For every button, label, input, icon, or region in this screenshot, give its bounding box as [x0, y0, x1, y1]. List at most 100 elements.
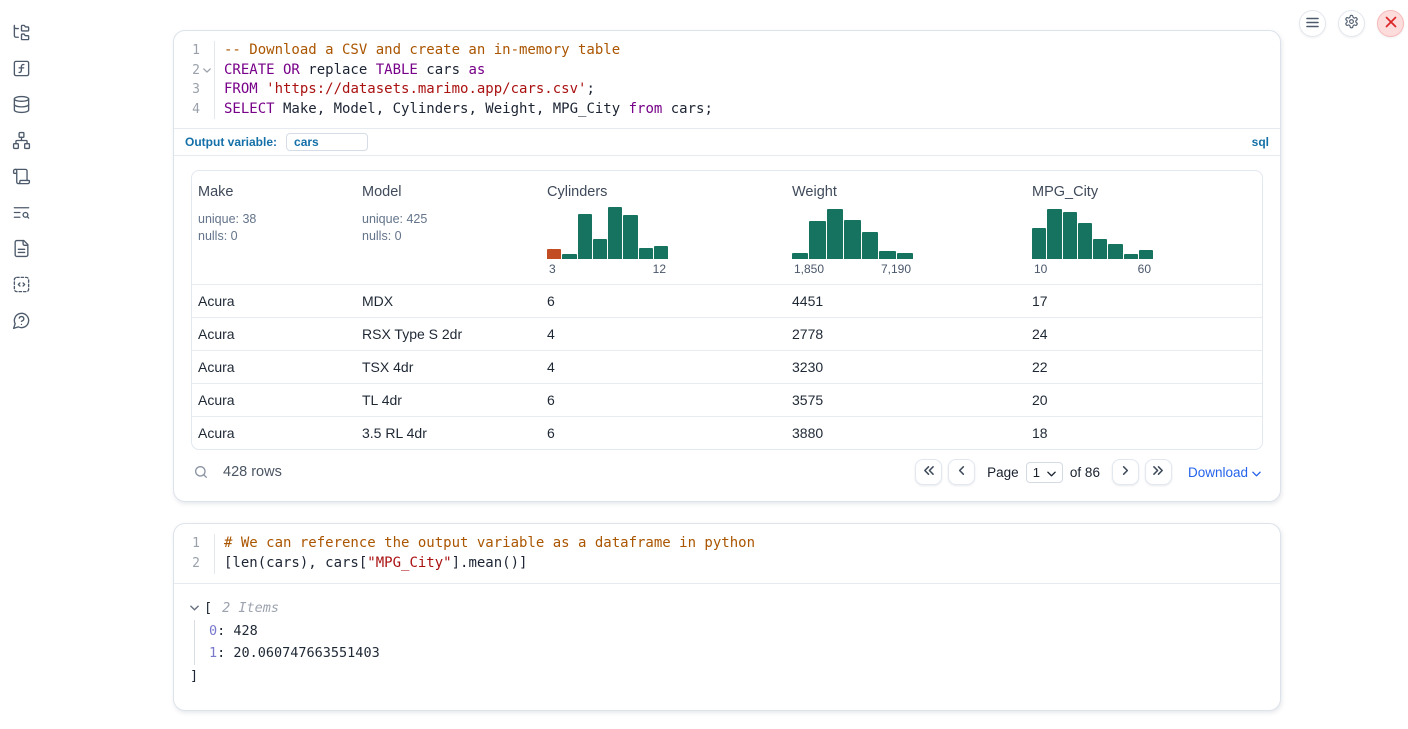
code-line[interactable]: 1-- Download a CSV and create an in-memo… [174, 41, 1280, 61]
collapse-chevron-icon[interactable] [190, 605, 199, 611]
fold-chevron-icon[interactable] [200, 61, 213, 81]
axis-min-label: 1,850 [794, 262, 824, 276]
tree-entry-key: 1 [209, 645, 217, 661]
prev-page-button[interactable] [948, 459, 975, 485]
table-cell: 22 [1026, 359, 1262, 375]
column-histogram: 1,850 7,190 [792, 207, 913, 276]
column-histogram: 1060 [1032, 207, 1153, 276]
histogram-bar [654, 246, 668, 260]
code-line[interactable]: 2CREATE OR replace TABLE cars as [174, 61, 1280, 81]
column-label[interactable]: Weight [792, 184, 837, 200]
logs-search-icon[interactable] [12, 203, 31, 222]
next-page-button[interactable] [1112, 459, 1139, 485]
histogram-bar [1078, 223, 1092, 259]
last-page-button[interactable] [1145, 459, 1172, 485]
table-column-header: Modelunique: 425nulls: 0 [356, 183, 541, 276]
settings-button[interactable] [1338, 10, 1365, 37]
sql-cell-footer: Output variable: sql [174, 128, 1280, 156]
table-cell: RSX Type S 2dr [356, 326, 541, 342]
histogram-bar [809, 221, 825, 259]
code-snippets-icon[interactable] [12, 275, 31, 294]
histogram-bar [547, 249, 561, 259]
histogram-bar [1124, 254, 1138, 260]
table-cell: 20 [1026, 392, 1262, 408]
document-icon[interactable] [12, 239, 31, 258]
help-chat-icon[interactable] [12, 311, 31, 330]
table-cell: 4451 [786, 293, 1026, 309]
column-label[interactable]: Cylinders [547, 184, 607, 200]
language-badge[interactable]: sql [1252, 135, 1269, 149]
scroll-icon[interactable] [12, 167, 31, 186]
chevron-down-icon [1047, 465, 1056, 480]
chevrons-right-icon [1152, 463, 1165, 481]
table-row: AcuraTL 4dr6357520 [192, 383, 1262, 416]
menu-button[interactable] [1299, 10, 1326, 37]
download-button[interactable]: Download [1188, 465, 1261, 480]
code-editor[interactable]: 1# We can reference the output variable … [174, 524, 1280, 582]
output-variable-input[interactable] [286, 133, 368, 151]
table-column-header: Weight 1,850 7,190 [786, 183, 1026, 276]
data-table: Makeunique: 38nulls: 0Modelunique: 425nu… [191, 170, 1263, 450]
code-line[interactable]: 3FROM 'https://datasets.marimo.app/cars.… [174, 80, 1280, 100]
column-label[interactable]: Model [362, 184, 402, 200]
line-number: 4 [174, 100, 200, 120]
histogram-bar [608, 207, 622, 259]
chevron-down-icon [1252, 465, 1261, 480]
tree-root: [ 2 Items [190, 599, 1264, 617]
histogram-bar [578, 214, 592, 260]
code-editor[interactable]: 1-- Download a CSV and create an in-memo… [174, 31, 1280, 128]
table-cell: MDX [356, 293, 541, 309]
table-cell: 4 [541, 326, 786, 342]
histogram-bar [562, 254, 576, 260]
histogram-bar [1093, 239, 1107, 260]
python-output: [ 2 Items 0: 4281: 20.060747663551403 ] [174, 583, 1280, 710]
code-line[interactable]: 4 SELECT Make, Model, Cylinders, Weight, … [174, 100, 1280, 120]
histogram-axis: 1060 [1032, 262, 1153, 276]
column-label[interactable]: MPG_City [1032, 184, 1098, 200]
chevrons-left-icon [922, 463, 935, 481]
database-icon[interactable] [12, 95, 31, 114]
chevron-right-icon [1121, 463, 1130, 481]
hamburger-icon [1306, 15, 1319, 33]
row-count: 428 rows [223, 464, 282, 480]
file-tree-icon[interactable] [12, 23, 31, 42]
histogram-bar [1108, 244, 1122, 259]
table-footer: 428 rows Page 1 of 86 [191, 455, 1263, 489]
sql-output: Makeunique: 38nulls: 0Modelunique: 425nu… [174, 156, 1280, 501]
table-cell: 2778 [786, 326, 1026, 342]
tree-entry-value: : 428 [217, 623, 258, 639]
histogram-bar [1139, 250, 1153, 260]
code-text: # We can reference the output variable a… [214, 534, 755, 554]
histogram-bar [844, 220, 860, 260]
table-cell: Acura [192, 425, 356, 441]
table-cell: Acura [192, 326, 356, 342]
dependency-graph-icon[interactable] [12, 131, 31, 150]
code-line[interactable]: 2 [len(cars), cars["MPG_City"].mean()] [174, 554, 1280, 574]
page-select[interactable]: 1 [1026, 462, 1063, 483]
histogram-bars [792, 207, 913, 259]
table-cell: 4 [541, 359, 786, 375]
code-text: [len(cars), cars["MPG_City"].mean()] [214, 554, 527, 574]
column-label[interactable]: Make [198, 184, 233, 200]
table-header: Makeunique: 38nulls: 0Modelunique: 425nu… [192, 171, 1262, 284]
histogram-bar [897, 253, 913, 259]
table-row: AcuraRSX Type S 2dr4277824 [192, 317, 1262, 350]
code-line[interactable]: 1# We can reference the output variable … [174, 534, 1280, 554]
notebook: 1-- Download a CSV and create an in-memo… [173, 30, 1281, 711]
table-row: AcuraMDX6445117 [192, 284, 1262, 317]
function-square-icon[interactable] [12, 59, 31, 78]
histogram-bar [593, 239, 607, 260]
histogram-bar [639, 248, 653, 259]
shutdown-button[interactable] [1377, 10, 1404, 37]
axis-max-label: 7,190 [881, 262, 911, 276]
code-text: SELECT Make, Model, Cylinders, Weight, M… [214, 100, 713, 120]
download-label: Download [1188, 465, 1248, 480]
search-icon[interactable] [193, 464, 209, 480]
fold-spacer [200, 80, 213, 100]
table-row: AcuraTSX 4dr4323022 [192, 350, 1262, 383]
first-page-button[interactable] [915, 459, 942, 485]
line-number: 2 [174, 554, 200, 574]
axis-max-label: 60 [1138, 262, 1151, 276]
page-select-value: 1 [1033, 465, 1040, 480]
sql-cell: 1-- Download a CSV and create an in-memo… [173, 30, 1281, 502]
